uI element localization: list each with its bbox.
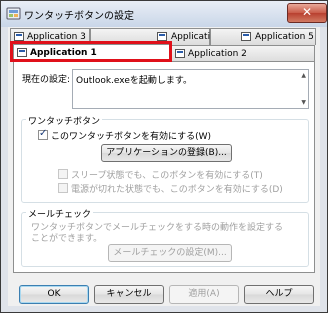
client-area: Application 3 Application 4 Application … <box>8 27 320 306</box>
mailcheck-group-label: メールチェック <box>26 207 94 220</box>
tab-label: Application 3 <box>27 32 86 42</box>
cancel-button[interactable]: キャンセル <box>94 285 164 304</box>
app-icon <box>6 6 21 21</box>
enable-button-label: このワンタッチボタンを有効にする(W) <box>51 132 212 142</box>
tab-label: Application 5 <box>255 32 314 42</box>
apply-button[interactable]: 適用(A) <box>169 285 239 304</box>
tab-label: Application 1 <box>30 48 97 58</box>
sleep-enable-checkbox[interactable] <box>58 169 68 179</box>
close-icon: ✕ <box>301 5 313 19</box>
tab-application-3[interactable]: Application 3 <box>10 28 90 45</box>
mailcheck-settings-button[interactable]: メールチェックの設定(M)... <box>108 244 232 262</box>
tab-panel: 現在の設定: Outlook.exeを起動します。 ▲ ▼ ワンタッチボタン こ… <box>13 61 315 273</box>
onetouch-group-label: ワンタッチボタン <box>26 114 103 127</box>
poweroff-enable-label: 電源が切れた状態でも、このボタンを有効にする(D) <box>71 185 283 195</box>
title-bar: ワンタッチボタンの設定 ✕ <box>1 1 327 27</box>
current-setting-box[interactable]: Outlook.exeを起動します。 ▲ ▼ <box>72 69 309 109</box>
tab-application-4[interactable]: Application 4 <box>90 28 230 45</box>
tab-label: Application 2 <box>188 49 247 59</box>
scroll-down-icon[interactable]: ▼ <box>301 99 306 106</box>
scroll-up-icon[interactable]: ▲ <box>301 72 306 79</box>
current-setting-label: 現在の設定: <box>22 75 71 85</box>
help-button[interactable]: ヘルプ <box>244 285 314 304</box>
window-title: ワンタッチボタンの設定 <box>24 11 134 22</box>
application-icon <box>175 49 185 58</box>
dialog-window: ワンタッチボタンの設定 ✕ Application 3 Application … <box>0 0 328 313</box>
application-icon <box>14 32 24 41</box>
application-icon <box>17 48 27 57</box>
current-setting-value: Outlook.exeを起動します。 <box>76 76 192 86</box>
tab-application-2[interactable]: Application 2 <box>171 45 315 62</box>
sleep-enable-label: スリープ状態でも、このボタンを有効にする(T) <box>71 171 263 181</box>
tab-application-1[interactable]: Application 1 <box>13 44 171 62</box>
ok-button[interactable]: OK <box>19 285 89 304</box>
application-icon <box>157 32 167 41</box>
mailcheck-description-line2: ことができます。 <box>31 234 103 244</box>
poweroff-enable-checkbox[interactable] <box>58 183 68 193</box>
tab-application-5[interactable]: Application 5 <box>210 28 316 45</box>
application-icon <box>241 32 251 41</box>
close-button[interactable]: ✕ <box>287 3 327 23</box>
register-application-button[interactable]: アプリケーションの登録(B)... <box>101 144 232 162</box>
enable-button-checkbox[interactable] <box>38 128 48 140</box>
